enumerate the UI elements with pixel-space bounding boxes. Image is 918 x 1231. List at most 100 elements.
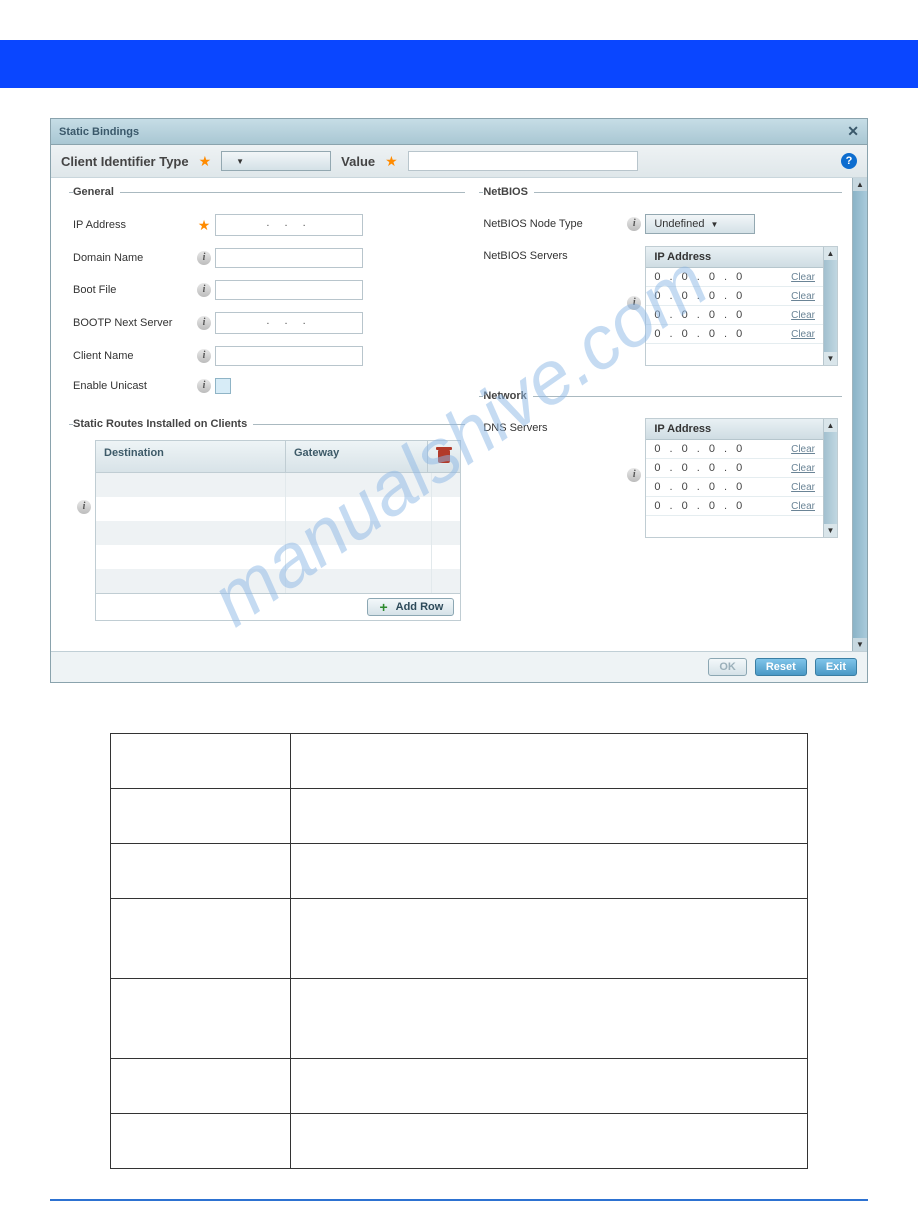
scroll-thumb[interactable]	[824, 260, 837, 352]
scroll-thumb[interactable]	[824, 432, 837, 524]
ip-value[interactable]: 0 . 0 . 0 . 0	[654, 443, 783, 455]
info-icon[interactable]: i	[197, 283, 211, 297]
value-label: Value	[341, 154, 375, 169]
footer-rule	[50, 1199, 868, 1201]
ok-button[interactable]: OK	[708, 658, 747, 676]
network-fieldset: Network DNS Servers i IP Address 0 . 0 .…	[479, 390, 842, 548]
scroll-up-icon[interactable]: ▲	[856, 180, 864, 189]
scroll-up-icon[interactable]: ▲	[827, 421, 835, 430]
boot-file-label: Boot File	[73, 284, 193, 296]
chevron-down-icon: ▼	[710, 220, 718, 229]
required-star-icon: ★	[199, 153, 212, 170]
scroll-thumb[interactable]	[853, 191, 867, 638]
ip-address-label: IP Address	[73, 219, 193, 231]
scrollbar[interactable]: ▲▼	[823, 247, 837, 365]
help-icon[interactable]: ?	[841, 153, 857, 169]
dns-servers-list: IP Address 0 . 0 . 0 . 0 Clear 0 . 0 . 0 …	[645, 418, 838, 538]
table-row	[111, 1059, 808, 1114]
clear-link[interactable]: Clear	[791, 463, 815, 474]
netbios-servers-list: IP Address 0 . 0 . 0 . 0Clear 0 . 0 . 0 …	[645, 246, 838, 366]
static-routes-table: Destination Gateway	[95, 440, 461, 594]
enable-unicast-label: Enable Unicast	[73, 380, 193, 392]
table-row	[111, 979, 808, 1059]
table-row	[111, 844, 808, 899]
scroll-down-icon[interactable]: ▼	[856, 640, 864, 649]
netbios-node-type-value: Undefined	[654, 218, 704, 230]
enable-unicast-checkbox[interactable]	[215, 378, 231, 394]
table-row	[96, 473, 460, 497]
doc-table	[110, 733, 808, 1169]
client-id-type-select[interactable]: ▼	[221, 151, 331, 171]
info-icon[interactable]: i	[627, 468, 641, 482]
info-icon[interactable]: i	[627, 296, 641, 310]
ip-value[interactable]: 0 . 0 . 0 . 0	[654, 271, 783, 283]
list-item: 0 . 0 . 0 . 0 Clear	[646, 478, 823, 497]
dialog-close-button[interactable]: ✕	[847, 123, 859, 140]
ip-value[interactable]: 0 . 0 . 0 . 0	[654, 462, 783, 474]
scroll-down-icon[interactable]: ▼	[827, 526, 835, 535]
list-item: 0 . 0 . 0 . 0 Clear	[646, 287, 823, 306]
value-input[interactable]	[408, 151, 638, 171]
trash-icon[interactable]	[436, 447, 452, 463]
info-icon[interactable]: i	[197, 379, 211, 393]
bootp-next-server-input[interactable]: . . .	[215, 312, 363, 334]
dialog-scrollbar[interactable]: ▲ ▼	[852, 178, 867, 651]
list-item: 0 . 0 . 0 . 0 Clear	[646, 268, 823, 287]
chevron-down-icon: ▼	[236, 157, 244, 166]
boot-file-input[interactable]	[215, 280, 363, 300]
domain-name-label: Domain Name	[73, 252, 193, 264]
exit-button[interactable]: Exit	[815, 658, 857, 676]
scroll-down-icon[interactable]: ▼	[827, 354, 835, 363]
netbios-node-type-select[interactable]: Undefined ▼	[645, 214, 755, 234]
ip-value[interactable]: 0 . 0 . 0 . 0	[654, 500, 783, 512]
clear-link[interactable]: Clear	[791, 272, 815, 283]
page-top-bar	[0, 40, 918, 88]
gateway-header: Gateway	[286, 441, 428, 472]
list-item: 0 . 0 . 0 . 0 Clear	[646, 306, 823, 325]
info-icon[interactable]: i	[197, 349, 211, 363]
clear-link[interactable]: Clear	[791, 482, 815, 493]
scrollbar[interactable]: ▲▼	[823, 419, 837, 537]
clear-link[interactable]: Clear	[791, 501, 815, 512]
required-star-icon: ★	[385, 153, 398, 170]
ip-value[interactable]: 0 . 0 . 0 . 0	[654, 481, 783, 493]
client-name-input[interactable]	[215, 346, 363, 366]
dialog-footer: OK Reset Exit	[51, 651, 867, 682]
info-icon[interactable]: i	[197, 316, 211, 330]
clear-link[interactable]: Clear	[791, 291, 815, 302]
info-icon[interactable]: i	[197, 251, 211, 265]
bootp-next-server-label: BOOTP Next Server	[73, 317, 193, 329]
client-name-label: Client Name	[73, 350, 193, 362]
list-item: 0 . 0 . 0 . 0 Clear	[646, 459, 823, 478]
static-bindings-dialog: Static Bindings ✕ Client Identifier Type…	[50, 118, 868, 683]
clear-link[interactable]: Clear	[791, 444, 815, 455]
dialog-titlebar: Static Bindings ✕	[51, 119, 867, 145]
ip-value[interactable]: 0 . 0 . 0 . 0	[654, 328, 783, 340]
ip-value[interactable]: 0 . 0 . 0 . 0	[654, 309, 783, 321]
table-row	[96, 545, 460, 569]
netbios-servers-label: NetBIOS Servers	[483, 246, 623, 262]
clear-link[interactable]: Clear	[791, 310, 815, 321]
clear-link[interactable]: Clear	[791, 329, 815, 340]
dns-ip-header: IP Address	[646, 419, 823, 440]
domain-name-input[interactable]	[215, 248, 363, 268]
table-row	[111, 1114, 808, 1169]
reset-button[interactable]: Reset	[755, 658, 807, 676]
table-row	[96, 521, 460, 545]
static-routes-legend: Static Routes Installed on Clients	[73, 418, 253, 430]
netbios-node-type-label: NetBIOS Node Type	[483, 218, 623, 230]
info-icon[interactable]: i	[77, 500, 91, 514]
ip-address-input[interactable]: . . .	[215, 214, 363, 236]
netbios-legend: NetBIOS	[483, 186, 534, 198]
table-row	[96, 569, 460, 593]
table-row	[111, 899, 808, 979]
table-row	[111, 734, 808, 789]
table-row	[111, 789, 808, 844]
info-icon[interactable]: i	[627, 217, 641, 231]
plus-icon: +	[378, 601, 390, 613]
ip-value[interactable]: 0 . 0 . 0 . 0	[654, 290, 783, 302]
client-id-type-label: Client Identifier Type	[61, 154, 189, 169]
static-routes-fieldset: Static Routes Installed on Clients i Des…	[69, 418, 465, 625]
add-row-button[interactable]: + Add Row	[367, 598, 455, 616]
scroll-up-icon[interactable]: ▲	[827, 249, 835, 258]
